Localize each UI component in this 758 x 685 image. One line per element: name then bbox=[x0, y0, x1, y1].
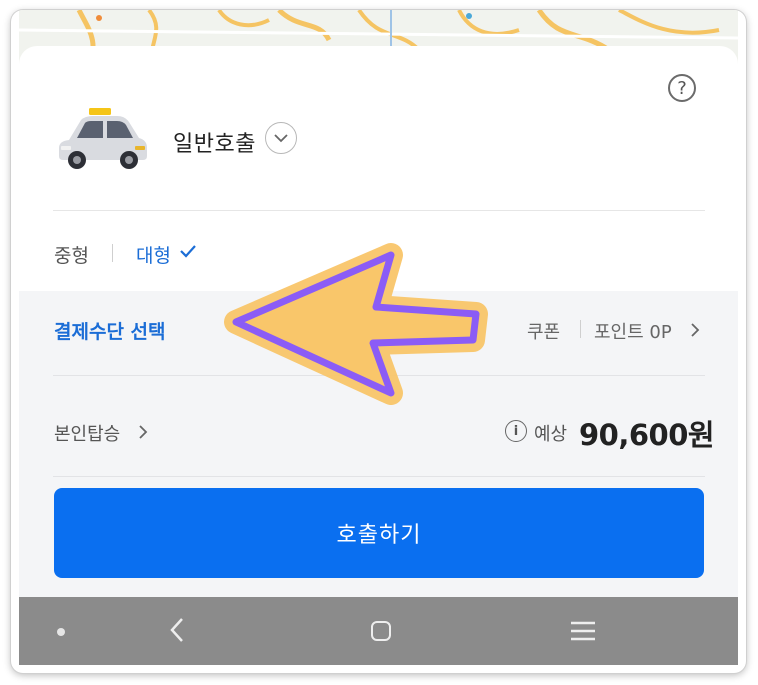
vehicle-size-large[interactable]: 대형 bbox=[136, 241, 171, 268]
dot-icon bbox=[57, 628, 65, 636]
chevron-right-icon[interactable] bbox=[139, 424, 148, 443]
payment-method-select[interactable]: 결제수단 선택 bbox=[54, 317, 166, 344]
divider bbox=[112, 244, 113, 262]
estimate-label: 예상 bbox=[534, 424, 568, 445]
question-circle-icon[interactable]: ? bbox=[668, 74, 696, 102]
info-icon[interactable]: i bbox=[505, 420, 527, 442]
point-link[interactable]: 포인트 0P bbox=[594, 318, 672, 344]
vehicle-size-midsize[interactable]: 중형 bbox=[54, 241, 89, 268]
recent-apps-icon[interactable] bbox=[570, 621, 596, 645]
system-navigation-bar bbox=[19, 597, 738, 665]
divider bbox=[53, 476, 705, 477]
call-type-label[interactable]: 일반호출 bbox=[173, 126, 256, 158]
chevron-down-icon[interactable] bbox=[265, 122, 297, 154]
home-icon[interactable] bbox=[371, 621, 391, 641]
bottom-sheet: ? 일반호출 중형 대형 결제수단 선택 쿠폰 포인트 0P 본인탑승 i 예상… bbox=[19, 46, 738, 601]
call-taxi-button[interactable]: 호출하기 bbox=[54, 488, 704, 578]
checkmark-icon bbox=[179, 243, 197, 262]
estimate-price: 90,600원 bbox=[579, 418, 715, 452]
chevron-right-icon[interactable] bbox=[691, 322, 700, 341]
divider bbox=[580, 320, 581, 338]
self-ride-option[interactable]: 본인탑승 bbox=[54, 420, 120, 446]
coupon-link[interactable]: 쿠폰 bbox=[527, 318, 560, 344]
divider bbox=[53, 375, 705, 376]
taxi-car-icon bbox=[55, 106, 151, 174]
divider bbox=[53, 210, 705, 211]
phone-screen: ? 일반호출 중형 대형 결제수단 선택 쿠폰 포인트 0P 본인탑승 i 예상… bbox=[11, 10, 746, 673]
back-icon[interactable] bbox=[169, 617, 185, 647]
